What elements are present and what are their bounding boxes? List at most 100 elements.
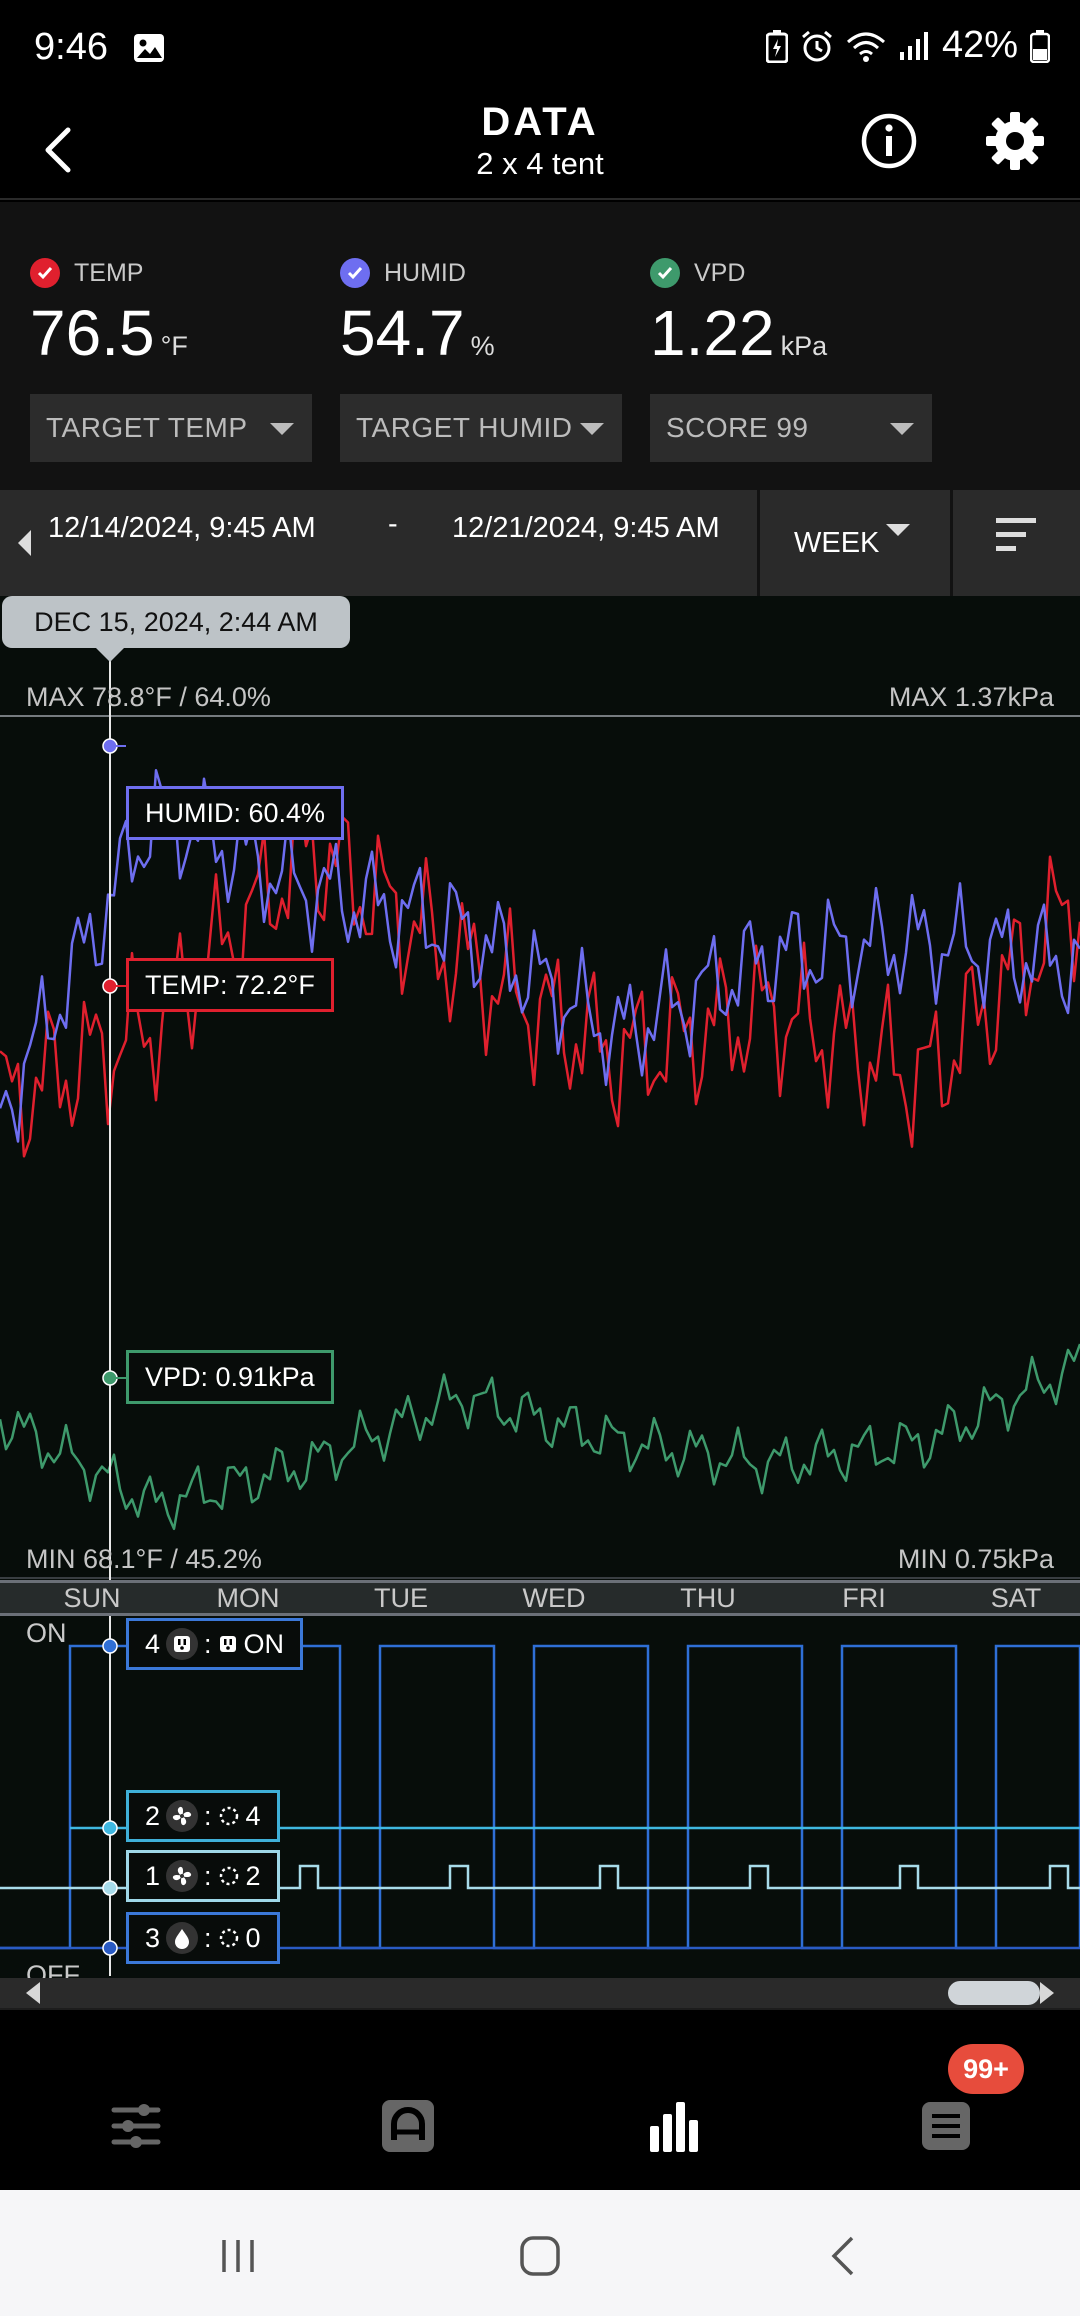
logs-list-icon[interactable]: [916, 2096, 976, 2156]
temp-label: TEMP: [74, 258, 144, 287]
device-tag-port-4: 4 : ON: [126, 1618, 304, 1670]
separator: :: [204, 1628, 212, 1659]
notification-badge: 99+: [948, 2044, 1024, 2094]
min-right-label: MIN 0.75kPa: [897, 1544, 1054, 1574]
speed-level-icon: [219, 1928, 238, 1948]
recent-apps-icon[interactable]: [212, 2230, 264, 2282]
alarm-icon: [801, 30, 832, 61]
humid-reading: HUMID 54.7%: [340, 258, 495, 370]
automation-icon[interactable]: [378, 2096, 438, 2156]
range-separator: -: [388, 508, 398, 540]
max-right-label: MAX 1.37kPa: [888, 682, 1054, 712]
day-label: MON: [216, 1583, 280, 1613]
temp-reading: TEMP 76.5 °F: [30, 258, 188, 370]
vpd-value-tag: VPD: 0.91kPa: [126, 1350, 334, 1404]
port-number: 4: [145, 1628, 161, 1659]
vpd-check-icon[interactable]: [650, 258, 680, 288]
range-end-date[interactable]: 12/21/2024, 9:45 AM: [452, 512, 720, 545]
vpd-value: 1.22: [650, 297, 775, 369]
battery-saver-icon: [765, 29, 788, 63]
previous-range-icon[interactable]: [18, 530, 31, 556]
target-temp-label: TARGET TEMP: [46, 412, 248, 443]
temp-value-tag: TEMP: 72.2°F: [126, 958, 334, 1012]
vpd-reading: VPD 1.22 kPa: [650, 258, 827, 370]
port-number: 3: [145, 1922, 161, 1953]
cursor-marker-6: [102, 1940, 118, 1956]
range-start-date[interactable]: 12/14/2024, 9:45 AM: [48, 512, 316, 545]
max-left-label: MAX 78.8°F / 64.0%: [26, 682, 271, 712]
cursor-marker-4: [102, 1820, 118, 1836]
humid-check-icon[interactable]: [340, 258, 370, 288]
info-button[interactable]: [860, 112, 918, 170]
filter-sort-icon[interactable]: [952, 490, 1080, 596]
battery-percent: 42%: [941, 24, 1018, 66]
outlet-icon: [219, 1636, 236, 1652]
data-chart-icon[interactable]: [644, 2096, 704, 2156]
vpd-label: VPD: [694, 258, 746, 287]
temp-value: 76.5: [30, 297, 155, 369]
device-tag-port-2: 2 : 4: [126, 1790, 280, 1842]
day-label: WED: [522, 1583, 586, 1613]
port-number: 1: [145, 1860, 161, 1891]
day-axis: SUN MON TUE WED THU FRI SAT: [0, 1580, 1080, 1616]
outlet-icon: [166, 1628, 199, 1660]
day-label: TUE: [374, 1583, 428, 1613]
humid-label: HUMID: [384, 258, 466, 287]
on-label: ON: [26, 1618, 67, 1648]
chart-scrollbar[interactable]: [0, 1978, 1080, 2008]
settings-gear-icon[interactable]: [984, 110, 1046, 172]
day-label: SAT: [990, 1583, 1042, 1613]
signal-icon: [899, 31, 928, 60]
target-temp-dropdown[interactable]: TARGET TEMP: [30, 394, 312, 462]
cursor-marker-5: [102, 1880, 118, 1896]
home-icon[interactable]: [514, 2230, 566, 2282]
vpd-unit: kPa: [780, 331, 828, 361]
score-dropdown[interactable]: SCORE 99: [650, 394, 932, 462]
scroll-right-icon[interactable]: [1040, 1982, 1054, 2004]
device-state: 0: [245, 1922, 261, 1953]
wifi-icon: [846, 32, 885, 62]
speed-level-icon: [219, 1806, 238, 1826]
humid-value-tag: HUMID: 60.4%: [126, 786, 345, 840]
status-bar: 9:46 42%: [0, 0, 1080, 100]
chart-area[interactable]: DEC 15, 2024, 2:44 AM MAX 78.8°F / 64.0%…: [0, 596, 1080, 2006]
page-title: DATA: [481, 100, 599, 144]
temp-check-icon[interactable]: [30, 258, 60, 288]
device-state: 4: [245, 1800, 261, 1831]
app-header: DATA 2 x 4 tent: [0, 100, 1080, 200]
day-label: SUN: [63, 1583, 121, 1613]
separator: :: [204, 1800, 212, 1831]
humidifier-icon: [166, 1922, 199, 1954]
cursor-date-tooltip: DEC 15, 2024, 2:44 AM: [2, 596, 350, 648]
target-humid-dropdown[interactable]: TARGET HUMID: [340, 394, 622, 462]
scroll-thumb[interactable]: [948, 1981, 1040, 2005]
temp-unit: °F: [160, 331, 188, 361]
device-tag-port-1: 1 : 2: [126, 1850, 280, 1902]
system-back-icon[interactable]: [818, 2230, 870, 2282]
battery-icon: [1030, 29, 1050, 63]
image-notification-icon: [134, 34, 164, 62]
device-tag-port-3: 3 : 0: [126, 1912, 280, 1964]
controls-sliders-icon[interactable]: [106, 2096, 166, 2156]
min-left-label: MIN 68.1°F / 45.2%: [26, 1544, 262, 1574]
speed-level-icon: [219, 1866, 238, 1886]
status-time: 9:46: [34, 26, 108, 68]
chevron-down-icon: [886, 524, 910, 536]
date-range-bar: 12/14/2024, 9:45 AM - 12/21/2024, 9:45 A…: [0, 490, 1080, 596]
period-label: WEEK: [794, 526, 880, 559]
bottom-nav: [0, 2008, 1080, 2190]
humid-unit: %: [470, 331, 495, 361]
score-label: SCORE 99: [666, 412, 809, 443]
day-label: THU: [680, 1583, 736, 1613]
separator: :: [204, 1922, 212, 1953]
target-humid-label: TARGET HUMID: [356, 412, 573, 443]
device-state: 2: [245, 1860, 261, 1891]
device-state: ON: [243, 1628, 285, 1659]
port-number: 2: [145, 1800, 161, 1831]
period-dropdown[interactable]: WEEK: [760, 490, 950, 596]
humid-value: 54.7: [340, 297, 465, 369]
chevron-down-icon: [580, 423, 604, 435]
cursor-marker-3: [102, 1638, 118, 1654]
scroll-left-icon[interactable]: [26, 1982, 40, 2004]
chevron-down-icon: [270, 423, 294, 435]
